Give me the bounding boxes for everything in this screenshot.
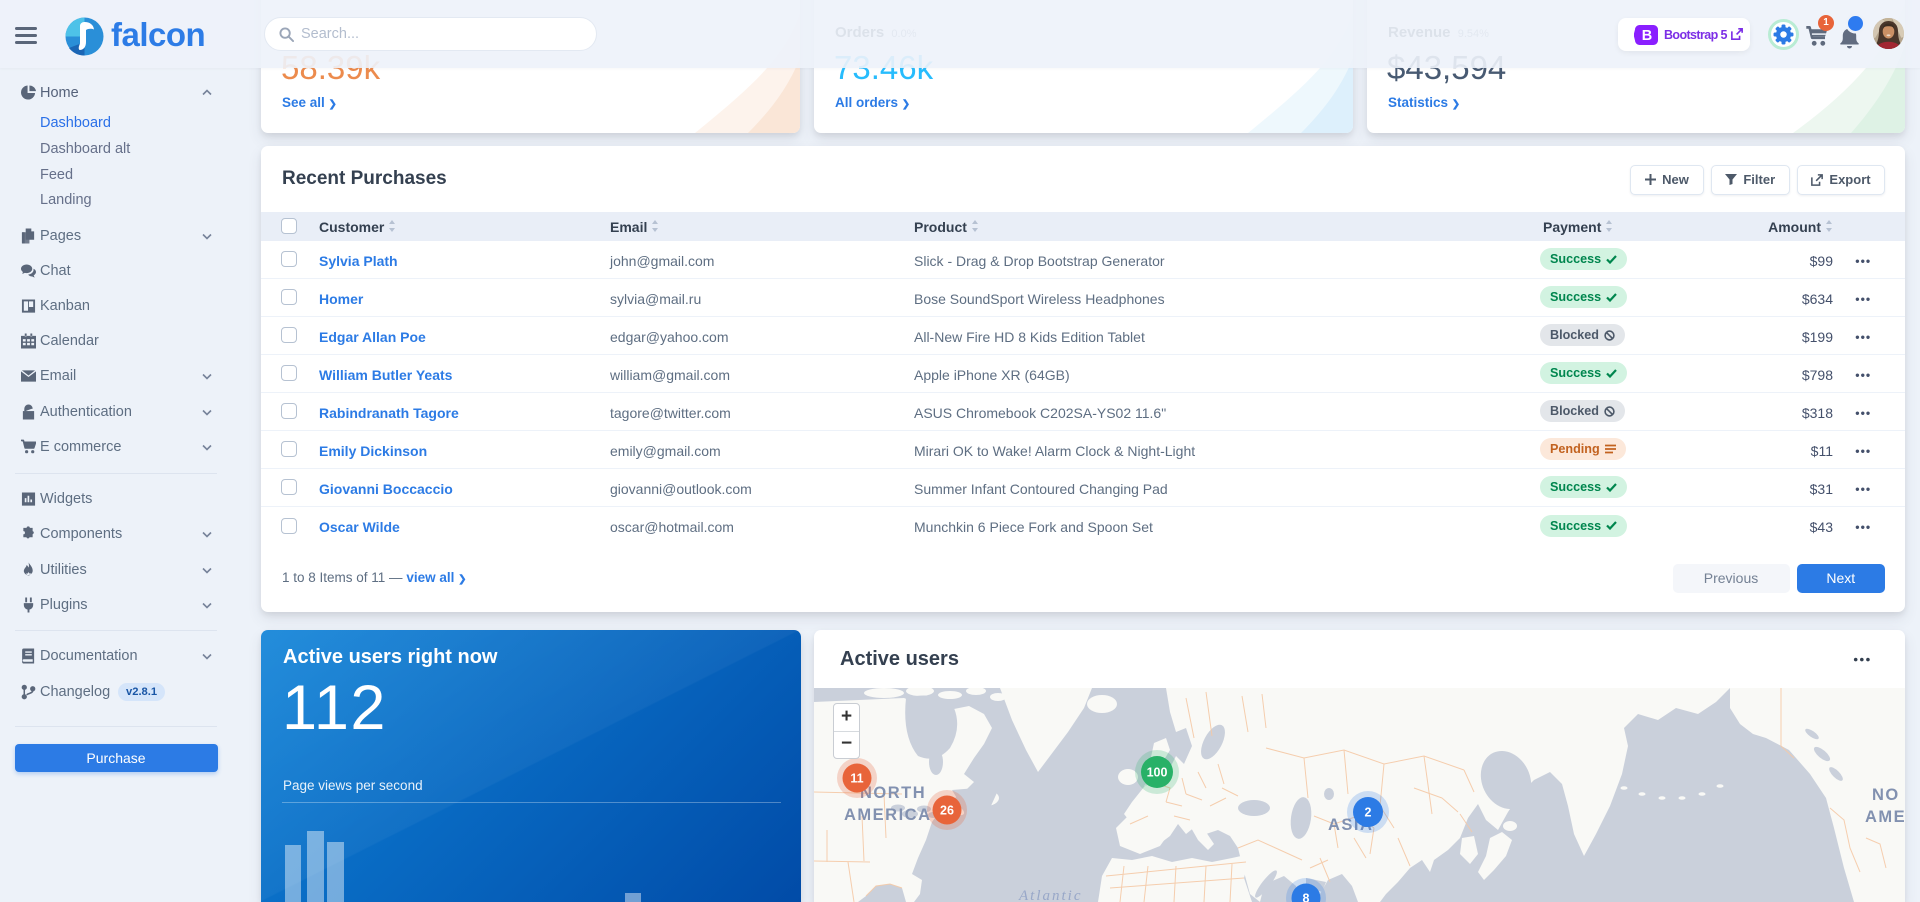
svg-text:2: 2 [1365,806,1372,820]
svg-text:AMERICA: AMERICA [844,806,932,824]
svg-text:B: B [1642,28,1652,44]
svg-text:AME: AME [1865,808,1905,826]
svg-text:11: 11 [850,772,863,786]
svg-text:Atlantic: Atlantic [1018,888,1083,902]
svg-text:26: 26 [940,804,954,818]
svg-text:8: 8 [1303,892,1310,902]
svg-text:100: 100 [1147,766,1168,780]
svg-text:NO: NO [1872,786,1900,804]
